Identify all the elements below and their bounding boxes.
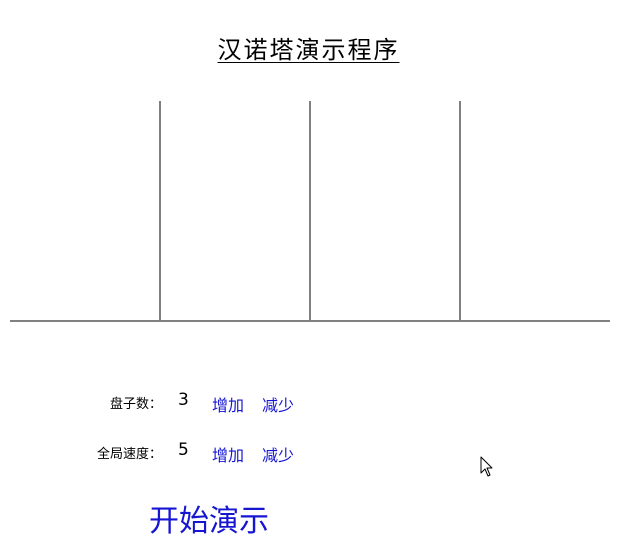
pole-left: [159, 101, 161, 321]
board-base: [10, 320, 610, 322]
speed-decrease-link[interactable]: 减少: [262, 442, 294, 466]
disk-count-value: 3: [178, 390, 189, 410]
speed-increase-link[interactable]: 增加: [212, 442, 244, 466]
pole-middle: [309, 101, 311, 321]
mouse-pointer-icon: [480, 456, 493, 477]
page-title: 汉诺塔演示程序: [217, 36, 400, 64]
speed-label: 全局速度：: [96, 447, 162, 462]
speed-value: 5: [178, 440, 189, 460]
disk-count-increase-link[interactable]: 增加: [212, 392, 244, 416]
disk-count-label: 盘子数：: [109, 397, 162, 412]
start-demo-link[interactable]: 开始演示: [149, 496, 269, 540]
pole-right: [459, 101, 461, 321]
disk-count-decrease-link[interactable]: 减少: [262, 392, 294, 416]
